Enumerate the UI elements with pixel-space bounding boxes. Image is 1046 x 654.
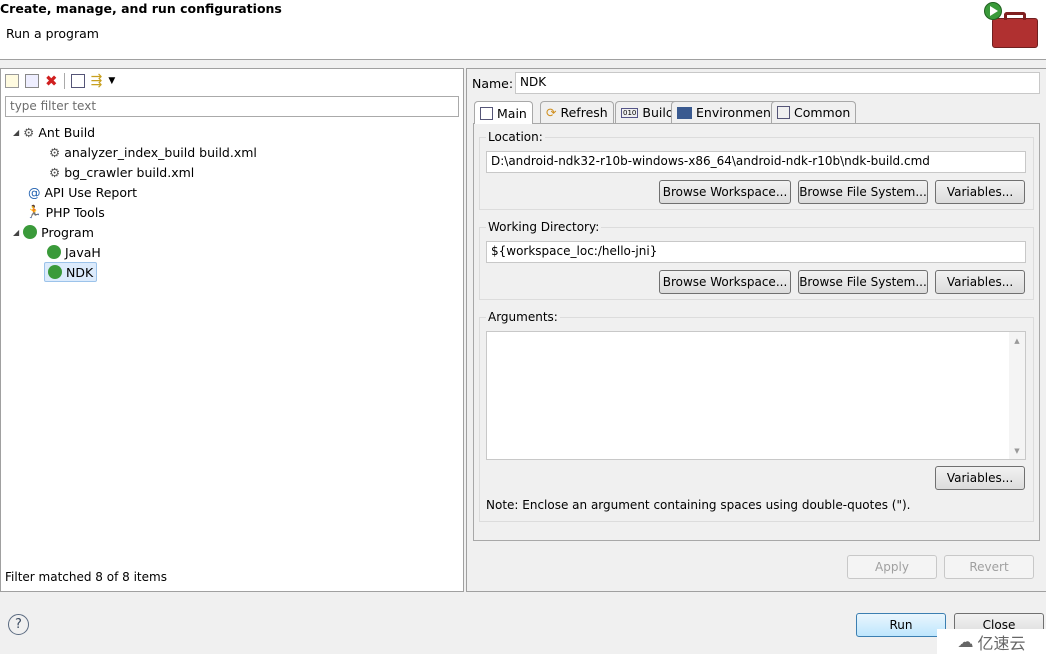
- location-input[interactable]: D:\android-ndk32-r10b-windows-x86_64\and…: [486, 151, 1026, 173]
- browse-workspace-button[interactable]: Browse Workspace...: [659, 270, 791, 294]
- apply-button[interactable]: Apply: [847, 555, 937, 579]
- build-icon: 010: [621, 107, 639, 118]
- tab-common[interactable]: Common: [771, 101, 857, 123]
- tree-label: Ant Build: [38, 124, 96, 140]
- tree-item[interactable]: 🏃 PHP Tools: [26, 203, 105, 221]
- tree-item-program[interactable]: ◢ Program: [13, 223, 94, 241]
- arguments-label: Arguments:: [486, 310, 560, 324]
- help-icon[interactable]: ?: [8, 614, 29, 635]
- variables-button[interactable]: Variables...: [935, 180, 1025, 204]
- filter-status: Filter matched 8 of 8 items: [5, 570, 167, 584]
- header: Create, manage, and run configurations R…: [0, 0, 1046, 60]
- program-icon: [48, 265, 62, 279]
- tree-item[interactable]: ⚙ bg_crawler build.xml: [49, 163, 194, 181]
- tab-label: Build: [642, 105, 674, 120]
- tree-item[interactable]: @ API Use Report: [28, 183, 137, 201]
- environment-icon: [677, 106, 692, 119]
- watermark-logo: ☁ 亿速云: [937, 629, 1046, 654]
- tab-refresh[interactable]: ⟳ Refresh: [540, 101, 614, 123]
- arguments-variables-button[interactable]: Variables...: [935, 466, 1025, 490]
- tree-item-selected[interactable]: NDK: [44, 262, 98, 282]
- tree-label: PHP Tools: [45, 204, 105, 220]
- tree-label: Program: [41, 224, 94, 240]
- scroll-up-icon[interactable]: ▲: [1009, 337, 1025, 345]
- dialog-title: Create, manage, and run configurations: [0, 1, 282, 16]
- tree-label: bg_crawler build.xml: [64, 164, 195, 180]
- cloud-icon: ☁: [957, 632, 974, 651]
- tree-label: API Use Report: [44, 184, 138, 200]
- browse-file-system-button[interactable]: Browse File System...: [798, 180, 928, 204]
- tab-main[interactable]: Main: [474, 101, 533, 124]
- tab-label: Refresh: [560, 105, 608, 120]
- tab-label: Main: [497, 105, 527, 121]
- filter-icon[interactable]: ⇶: [91, 73, 103, 89]
- variables-button[interactable]: Variables...: [935, 270, 1025, 294]
- expand-icon[interactable]: ◢: [13, 128, 19, 137]
- program-icon: [23, 225, 38, 239]
- name-input[interactable]: NDK: [515, 72, 1040, 94]
- tab-label: Environment: [696, 105, 776, 120]
- scroll-down-icon[interactable]: ▼: [1009, 447, 1025, 455]
- separator: [63, 73, 65, 89]
- ant-icon: ⚙: [23, 124, 35, 140]
- filter-input[interactable]: type filter text: [5, 96, 459, 117]
- tree-label: analyzer_index_build build.xml: [64, 144, 257, 160]
- duplicate-icon[interactable]: [25, 74, 39, 88]
- chevron-down-icon[interactable]: ▼: [108, 76, 115, 86]
- delete-icon[interactable]: ✖: [45, 72, 58, 90]
- tree-label: NDK: [66, 264, 94, 280]
- tab-environment[interactable]: Environment: [671, 101, 782, 123]
- watermark-text: 亿速云: [977, 633, 1026, 653]
- toolbar: ✖ ⇶ ▼: [5, 71, 115, 91]
- run-button[interactable]: Run: [856, 613, 946, 637]
- workdir-label: Working Directory:: [486, 220, 602, 234]
- scrollbar[interactable]: ▲ ▼: [1009, 332, 1025, 459]
- tree-label: JavaH: [65, 244, 101, 260]
- arguments-textarea[interactable]: [486, 331, 1026, 460]
- ant-icon: ⚙: [49, 144, 61, 160]
- new-config-icon[interactable]: [5, 74, 19, 88]
- tab-label: Common: [794, 105, 851, 120]
- expand-icon[interactable]: ◢: [13, 228, 19, 237]
- php-tools-icon: 🏃: [26, 204, 42, 219]
- browse-file-system-button[interactable]: Browse File System...: [798, 270, 928, 294]
- api-report-icon: @: [28, 184, 41, 200]
- common-icon: [777, 106, 790, 119]
- refresh-icon: ⟳: [546, 105, 557, 120]
- collapse-all-icon[interactable]: [70, 74, 85, 88]
- workdir-input[interactable]: ${workspace_loc:/hello-jni}: [486, 241, 1026, 263]
- config-list-panel: ✖ ⇶ ▼ type filter text ◢ ⚙ Ant Build ⚙ anal…: [0, 68, 464, 592]
- tree-item[interactable]: ⚙ analyzer_index_build build.xml: [49, 143, 257, 161]
- name-label: Name:: [472, 76, 514, 91]
- dialog-subtitle: Run a program: [6, 26, 99, 41]
- ant-icon: ⚙: [49, 164, 61, 180]
- revert-button[interactable]: Revert: [944, 555, 1034, 579]
- toolbox-icon: [984, 2, 1042, 50]
- browse-workspace-button[interactable]: Browse Workspace...: [659, 180, 791, 204]
- tree-item-ant-build[interactable]: ◢ ⚙ Ant Build: [13, 123, 95, 141]
- main-tab-icon: [480, 106, 493, 120]
- tree-item[interactable]: JavaH: [47, 243, 101, 261]
- location-label: Location:: [486, 130, 545, 144]
- arguments-note: Note: Enclose an argument containing spa…: [486, 498, 911, 512]
- program-icon: [47, 245, 61, 259]
